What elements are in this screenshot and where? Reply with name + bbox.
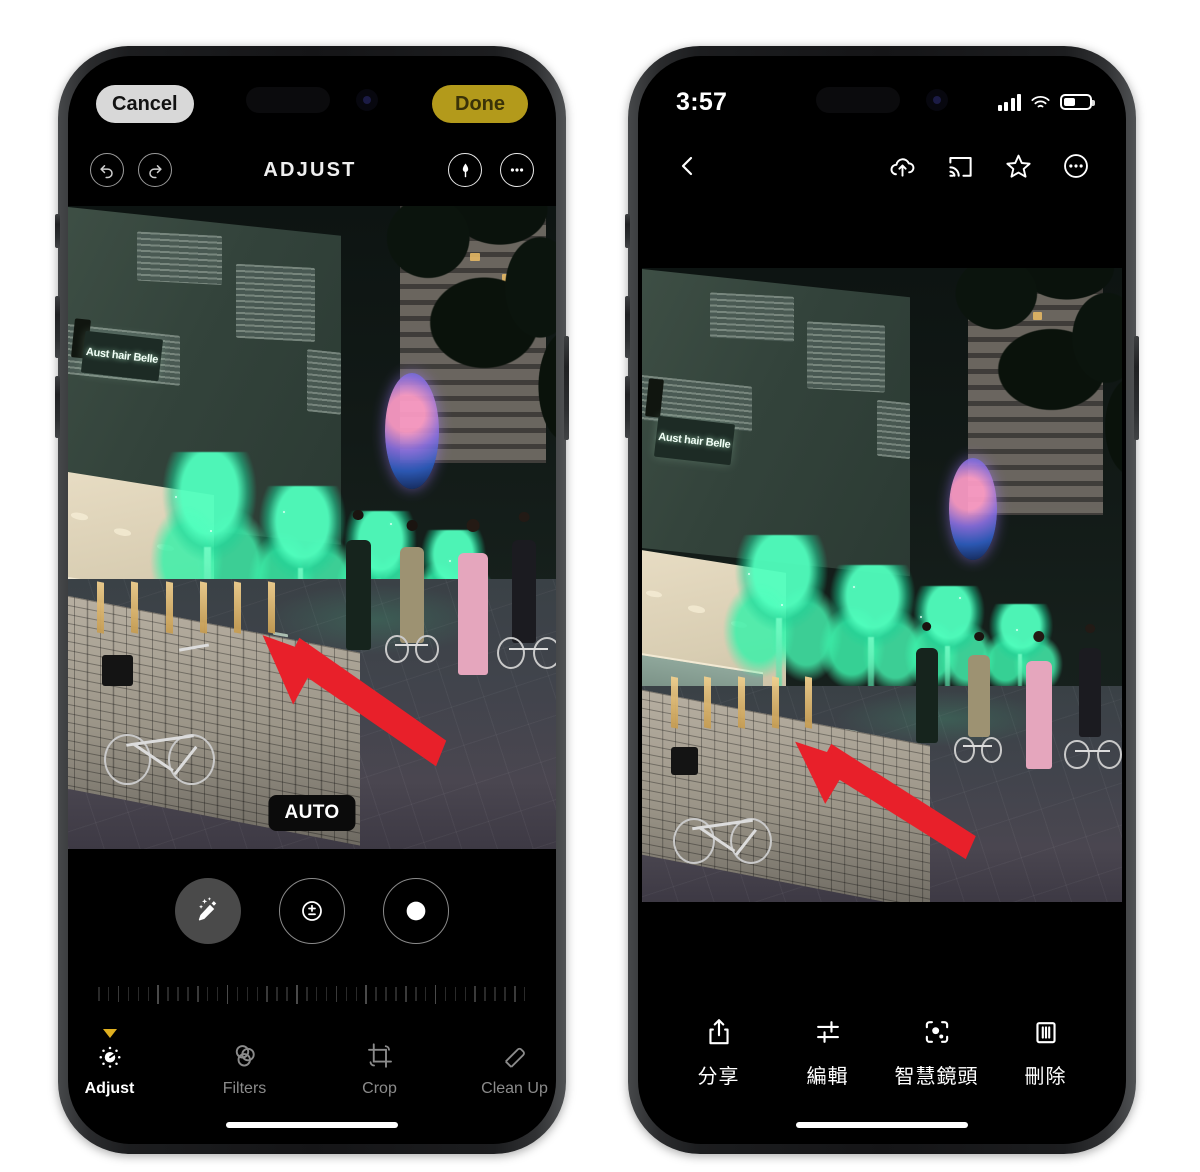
brilliance-button[interactable] <box>383 878 449 944</box>
volume-up-button[interactable] <box>55 296 60 358</box>
editor-top-bar: Cancel Done <box>68 78 556 130</box>
bottom-item-label: 刪除 <box>1024 1066 1067 1088</box>
viewer-bottom-bar: 分享 編輯 智慧鏡頭 刪除 <box>638 1016 1126 1126</box>
editor-mode-title: ADJUST <box>263 158 357 181</box>
lens-icon <box>925 1021 948 1043</box>
editor-tab-bar: Adjust Filters Crop Clean Up <box>68 1029 556 1125</box>
auto-enhance-button[interactable] <box>175 878 241 944</box>
cast-icon[interactable] <box>940 146 980 186</box>
foreground-bicycle <box>670 737 777 864</box>
adjust-controls-row <box>68 874 556 948</box>
home-indicator[interactable] <box>796 1122 968 1128</box>
pedestrian <box>915 621 938 744</box>
active-tab-caret <box>102 1029 117 1038</box>
action-button[interactable] <box>625 214 630 248</box>
chevron-left-icon[interactable] <box>668 146 708 186</box>
volume-down-button[interactable] <box>55 376 60 438</box>
share-icon <box>708 1019 729 1045</box>
dark-foliage <box>930 268 1122 547</box>
tab-crop[interactable]: Crop <box>338 1041 421 1098</box>
backup-cloud-icon[interactable] <box>882 146 922 186</box>
editor-tools-bar: ADJUST <box>68 142 556 198</box>
power-button[interactable] <box>564 336 569 440</box>
tab-adjust[interactable]: Adjust <box>68 1029 151 1098</box>
tab-filters[interactable]: Filters <box>203 1041 286 1098</box>
favorite-star-icon[interactable] <box>998 146 1038 186</box>
right-phone-device: 3:57 Aust hair Belle 分享 編輯 智慧鏡頭 刪除 <box>625 46 1139 1154</box>
battery-icon <box>1060 94 1095 110</box>
tab-clean-up[interactable]: Clean Up <box>473 1041 556 1098</box>
markup-pen-icon[interactable] <box>448 153 482 187</box>
cancel-button[interactable]: Cancel <box>96 85 194 123</box>
cellular-bars-icon <box>997 93 1021 111</box>
wifi-icon <box>1031 95 1050 107</box>
crop-icon <box>367 1043 392 1068</box>
trash-icon <box>1035 1022 1056 1044</box>
auto-badge: AUTO <box>268 795 356 831</box>
more-ellipsis-icon[interactable] <box>1056 146 1096 186</box>
tab-label: Clean Up <box>481 1080 548 1097</box>
bottom-item-label: 分享 <box>697 1066 740 1088</box>
shop-sign: Aust hair Belle <box>80 330 163 381</box>
filters-icon <box>235 1045 255 1067</box>
exposure-button[interactable] <box>279 878 345 944</box>
left-phone-screen: Cancel Done ADJUST Aust hair Belle AUTO … <box>68 56 556 1144</box>
shop-sign-text: Aust hair Belle <box>84 345 159 366</box>
photo-preview[interactable]: Aust hair Belle AUTO <box>68 206 556 849</box>
foreground-bicycle <box>102 643 219 785</box>
status-bar: 3:57 <box>638 56 1126 122</box>
tab-label: Crop <box>362 1080 397 1097</box>
action-button[interactable] <box>55 214 60 248</box>
shop-sign-text: Aust hair Belle <box>658 430 732 451</box>
intensity-ruler[interactable] <box>98 981 526 1007</box>
pedestrian <box>458 519 488 676</box>
viewer-top-bar <box>638 138 1126 194</box>
eraser-icon <box>504 1047 525 1068</box>
more-ellipsis-icon[interactable] <box>500 153 534 187</box>
lens-button[interactable]: 智慧鏡頭 <box>882 1016 991 1089</box>
background-bicycle <box>497 592 556 669</box>
dial-icon <box>99 1046 120 1068</box>
photo-viewer-image[interactable]: Aust hair Belle <box>642 268 1122 902</box>
power-button[interactable] <box>1134 336 1139 440</box>
screenshot-canvas: Cancel Done ADJUST Aust hair Belle AUTO … <box>0 0 1200 1172</box>
edit-sliders-icon <box>816 1021 839 1043</box>
volume-up-button[interactable] <box>625 296 630 358</box>
tab-label: Filters <box>222 1080 267 1097</box>
background-bicycle <box>1064 699 1122 769</box>
red-arrow-annotation <box>262 635 447 767</box>
volume-down-button[interactable] <box>625 376 630 438</box>
home-indicator[interactable] <box>226 1122 398 1128</box>
red-arrow-annotation <box>794 741 976 860</box>
edit-button[interactable]: 編輯 <box>773 1016 882 1089</box>
pedestrian <box>1026 630 1052 769</box>
status-bar-clock: 3:57 <box>676 87 728 116</box>
bottom-item-label: 智慧鏡頭 <box>894 1066 979 1088</box>
bottom-item-label: 編輯 <box>806 1066 849 1088</box>
right-phone-screen: 3:57 Aust hair Belle 分享 編輯 智慧鏡頭 刪除 <box>638 56 1126 1144</box>
delete-button[interactable]: 刪除 <box>991 1016 1100 1089</box>
left-phone-device: Cancel Done ADJUST Aust hair Belle AUTO … <box>55 46 569 1154</box>
share-button[interactable]: 分享 <box>664 1016 773 1089</box>
done-button[interactable]: Done <box>432 85 528 123</box>
redo-icon[interactable] <box>138 153 172 187</box>
undo-icon[interactable] <box>90 153 124 187</box>
tab-label: Adjust <box>84 1080 135 1097</box>
